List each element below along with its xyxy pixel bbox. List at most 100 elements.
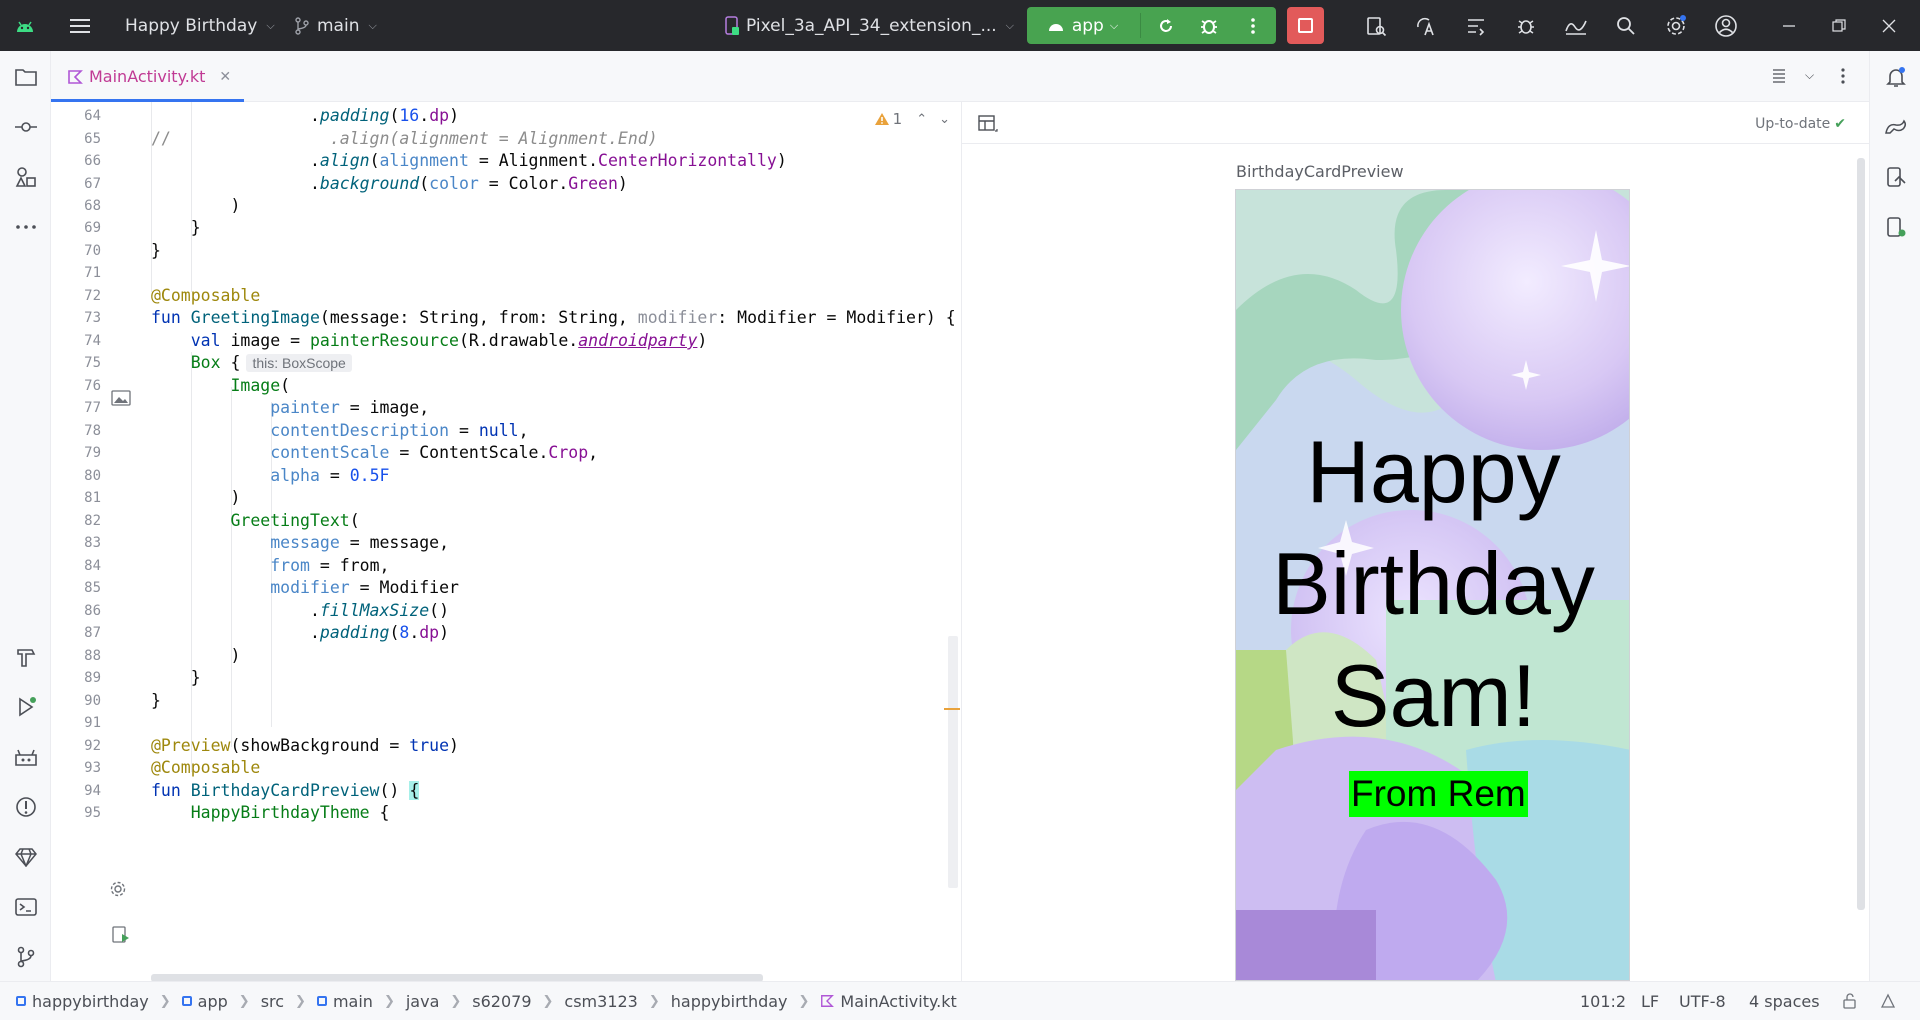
line-number: 87: [84, 625, 101, 641]
run-toolbar: app ⌵: [1027, 7, 1276, 44]
breadcrumb-item[interactable]: happybirthday: [671, 992, 788, 1011]
commit-icon[interactable]: [12, 113, 39, 140]
code-line: fun GreetingImage(message: String, from:…: [151, 308, 956, 327]
code-line: .background(color = Color.Green): [151, 174, 628, 193]
terminal-icon[interactable]: [12, 893, 39, 920]
restore-icon[interactable]: [1826, 13, 1852, 39]
layout-toggle-icon[interactable]: [978, 115, 998, 137]
device-file-icon[interactable]: [1882, 163, 1909, 190]
project-icon[interactable]: [12, 63, 39, 90]
check-icon: ✔: [1834, 116, 1846, 132]
birthday-card-preview[interactable]: Happy Birthday Sam! From Rem: [1235, 189, 1630, 981]
breadcrumb-item[interactable]: happybirthday: [32, 992, 149, 1011]
breadcrumb-separator: ❯: [648, 993, 660, 1009]
more-vertical-icon[interactable]: [1841, 68, 1845, 88]
line-number: 79: [84, 445, 101, 461]
run-config-selector[interactable]: app ⌵: [1027, 7, 1139, 44]
account-icon[interactable]: [1713, 13, 1739, 39]
image-preview-gutter-icon[interactable]: [111, 390, 131, 410]
code-line: alpha = 0.5F: [270, 466, 390, 485]
close-icon[interactable]: [1876, 13, 1902, 39]
code-line: .fillMaxSize(): [151, 601, 450, 620]
hamburger-menu-icon[interactable]: [67, 13, 93, 39]
stop-button[interactable]: [1287, 7, 1324, 44]
line-separator[interactable]: LF: [1641, 982, 1659, 1020]
search-icon[interactable]: [1613, 13, 1639, 39]
breadcrumb-item[interactable]: MainActivity.kt: [840, 992, 956, 1011]
more-actions-button[interactable]: [1235, 7, 1271, 44]
app-inspection-icon[interactable]: [12, 743, 39, 770]
code-line: @Composable: [151, 286, 261, 305]
project-selector[interactable]: Happy Birthday ⌵: [125, 0, 275, 51]
breadcrumb-separator: ❯: [295, 993, 306, 1009]
editor-horizontal-scrollbar[interactable]: [151, 974, 763, 981]
debug-button[interactable]: [1189, 7, 1229, 44]
code-line: @Composable: [151, 758, 261, 777]
device-manager-icon[interactable]: [1463, 13, 1489, 39]
layout-inspector-icon[interactable]: [1363, 13, 1389, 39]
preview-scrollbar[interactable]: [1857, 158, 1865, 910]
run-preview-gutter-icon[interactable]: [112, 925, 132, 949]
memory-indicator-icon[interactable]: [1880, 982, 1896, 1020]
breadcrumb-separator: ❯: [542, 993, 554, 1009]
git-icon[interactable]: [12, 943, 39, 970]
preview-toolbar: Up-to-date ✔: [962, 102, 1869, 144]
chevron-down-icon: ⌵: [1005, 18, 1015, 32]
minimize-icon[interactable]: [1776, 13, 1802, 39]
chevron-down-icon[interactable]: ⌵: [1805, 68, 1814, 83]
readonly-lock-icon[interactable]: [1842, 982, 1858, 1020]
breadcrumb-item[interactable]: app: [198, 992, 228, 1011]
editor-scrollbar[interactable]: [948, 636, 958, 888]
kotlin-file-icon: [68, 69, 83, 84]
problems-icon[interactable]: [12, 793, 39, 820]
rerun-button[interactable]: [1146, 7, 1186, 44]
project-name: Happy Birthday: [125, 15, 258, 36]
running-devices-icon[interactable]: [1882, 213, 1909, 240]
status-bar: happybirthday ❯ app ❯ src ❯ main ❯ java …: [0, 981, 1920, 1020]
preview-settings-gutter-icon[interactable]: [109, 880, 127, 902]
previous-highlight-icon[interactable]: ⌃: [916, 112, 927, 127]
cursor-position[interactable]: 101:2: [1580, 982, 1626, 1020]
notifications-icon[interactable]: [1882, 63, 1909, 90]
code-line: ): [151, 646, 241, 665]
greeting-text: Happy Birthday Sam!: [1236, 416, 1629, 752]
file-encoding[interactable]: UTF-8: [1679, 982, 1726, 1020]
warning-marker[interactable]: [944, 708, 960, 710]
debug-icon: [1201, 19, 1217, 34]
tab-list-icon[interactable]: [1771, 67, 1787, 87]
line-number: 81: [84, 490, 101, 506]
breadcrumb-separator: ❯: [450, 993, 462, 1009]
breadcrumb-item[interactable]: main: [333, 992, 373, 1011]
more-icon[interactable]: [12, 213, 39, 240]
resource-manager-icon[interactable]: [12, 163, 39, 190]
breadcrumb-separator: ❯: [798, 993, 810, 1009]
branch-selector[interactable]: main ⌵: [295, 0, 377, 51]
android-icon: [1048, 23, 1063, 31]
code-editor[interactable]: 63 64 65 66 67 68 69 70 71 72 73 74 75 7…: [51, 102, 960, 981]
device-selector[interactable]: Pixel_3a_API_34_extension_... ⌵: [724, 0, 1014, 51]
inspection-widget[interactable]: 1 ⌃ ⌄: [874, 110, 950, 128]
build-icon[interactable]: [12, 643, 39, 670]
branch-name: main: [317, 15, 360, 36]
tab-mainactivity[interactable]: MainActivity.kt ✕: [67, 51, 231, 102]
code-line: Image(: [230, 376, 291, 395]
breadcrumb-item[interactable]: src: [261, 992, 284, 1011]
code-line: // .align(alignment = Alignment.End): [151, 129, 658, 148]
breadcrumb-item[interactable]: java: [406, 992, 440, 1011]
next-highlight-icon[interactable]: ⌄: [939, 112, 950, 127]
translations-icon[interactable]: [1413, 13, 1439, 39]
close-tab-icon[interactable]: ✕: [219, 69, 231, 85]
settings-icon[interactable]: [1663, 13, 1689, 39]
indent-setting[interactable]: 4 spaces: [1749, 982, 1820, 1020]
line-number: 74: [84, 333, 101, 349]
profiler-icon[interactable]: [1563, 13, 1589, 39]
run-icon[interactable]: [12, 693, 39, 720]
breadcrumb-item[interactable]: csm3123: [564, 992, 637, 1011]
code-line: Box {this: BoxScope: [151, 353, 352, 372]
bug-icon[interactable]: [1513, 13, 1539, 39]
warning-icon: [874, 113, 889, 125]
breadcrumb-item[interactable]: s62079: [472, 992, 531, 1011]
gem-icon[interactable]: [12, 843, 39, 870]
gradle-icon[interactable]: [1882, 113, 1909, 140]
code-line: ): [151, 488, 241, 507]
